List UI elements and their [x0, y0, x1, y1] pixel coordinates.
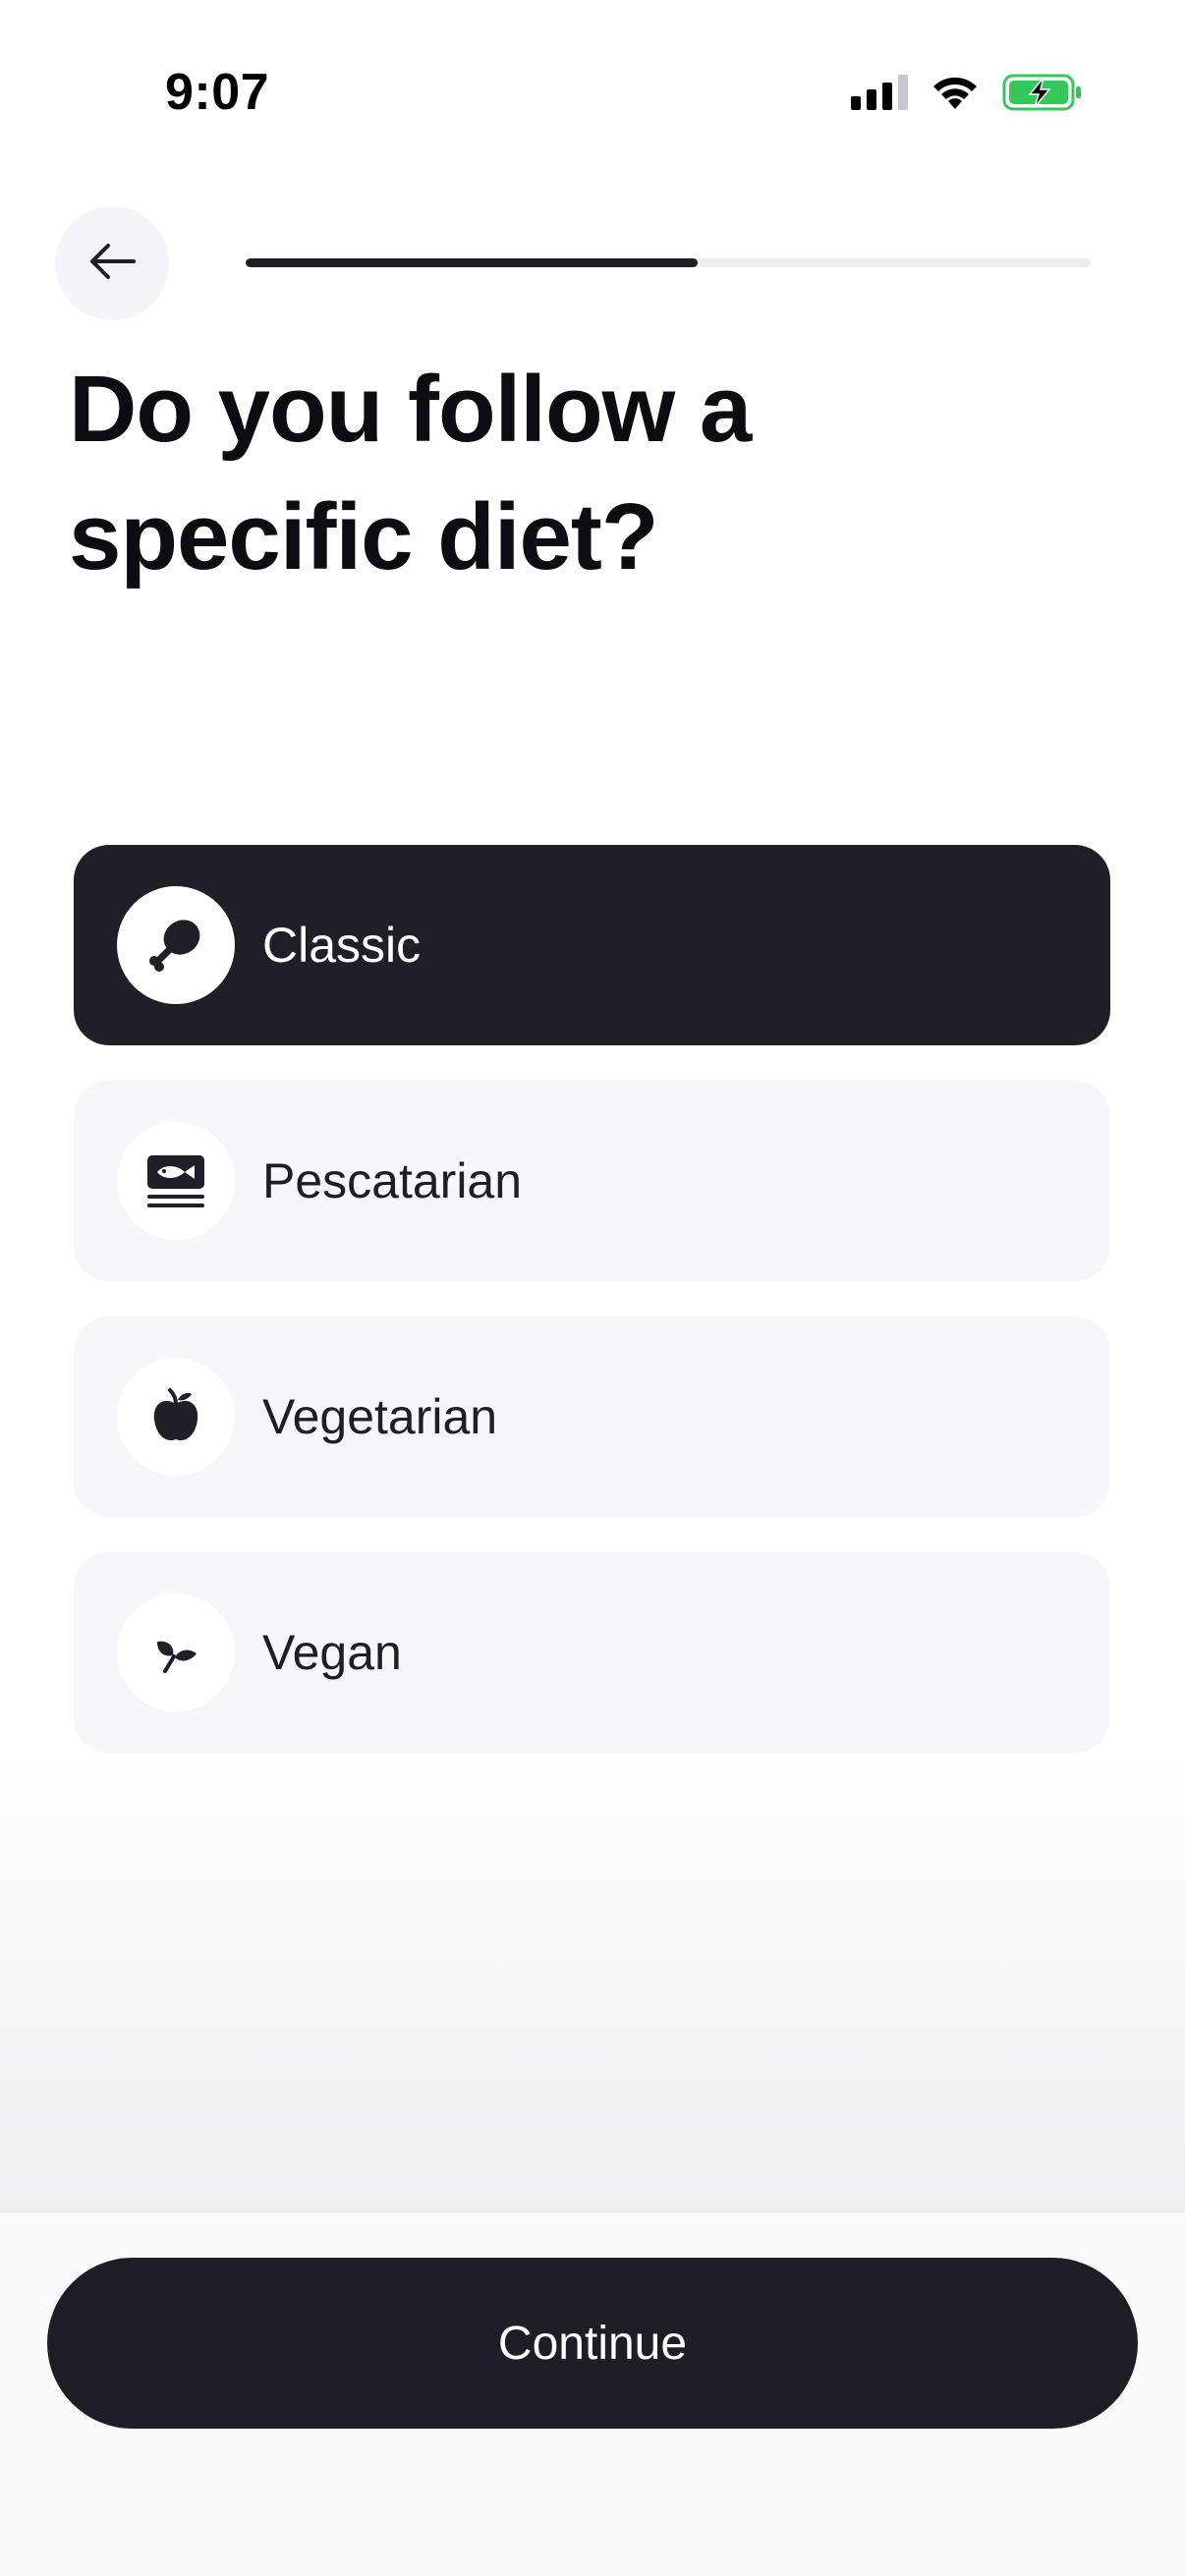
option-label: Vegetarian: [262, 1389, 498, 1444]
leaf-icon: [117, 1594, 235, 1711]
back-button[interactable]: [55, 206, 169, 320]
wifi-icon: [930, 74, 981, 116]
progress-fill: [246, 258, 699, 267]
bottom-fade: [0, 1749, 1185, 2211]
progress-bar: [246, 258, 1091, 267]
cellular-signal-icon: [851, 75, 908, 115]
page-title: Do you follow a specific diet?: [69, 357, 752, 589]
battery-charging-icon: [1002, 73, 1083, 117]
status-time: 9:07: [165, 64, 270, 121]
continue-button[interactable]: Continue: [47, 2258, 1138, 2429]
apple-icon: [117, 1358, 235, 1476]
option-label: Vegan: [262, 1625, 402, 1680]
drumstick-icon: [117, 886, 235, 1004]
diet-options-list: Classic Pescatarian Vegetarian Vegan: [74, 845, 1110, 1788]
option-label: Pescatarian: [262, 1153, 523, 1208]
option-classic[interactable]: Classic: [74, 845, 1110, 1045]
status-icons: [829, 73, 1083, 117]
fish-icon: [117, 1122, 235, 1240]
option-vegan[interactable]: Vegan: [74, 1552, 1110, 1753]
option-label: Classic: [262, 918, 422, 973]
option-vegetarian[interactable]: Vegetarian: [74, 1316, 1110, 1517]
diet-question-screen: 9:07 Do you follow a specific diet? Clas…: [0, 0, 1185, 2576]
arrow-left-icon: [86, 242, 138, 286]
option-pescatarian[interactable]: Pescatarian: [74, 1081, 1110, 1281]
